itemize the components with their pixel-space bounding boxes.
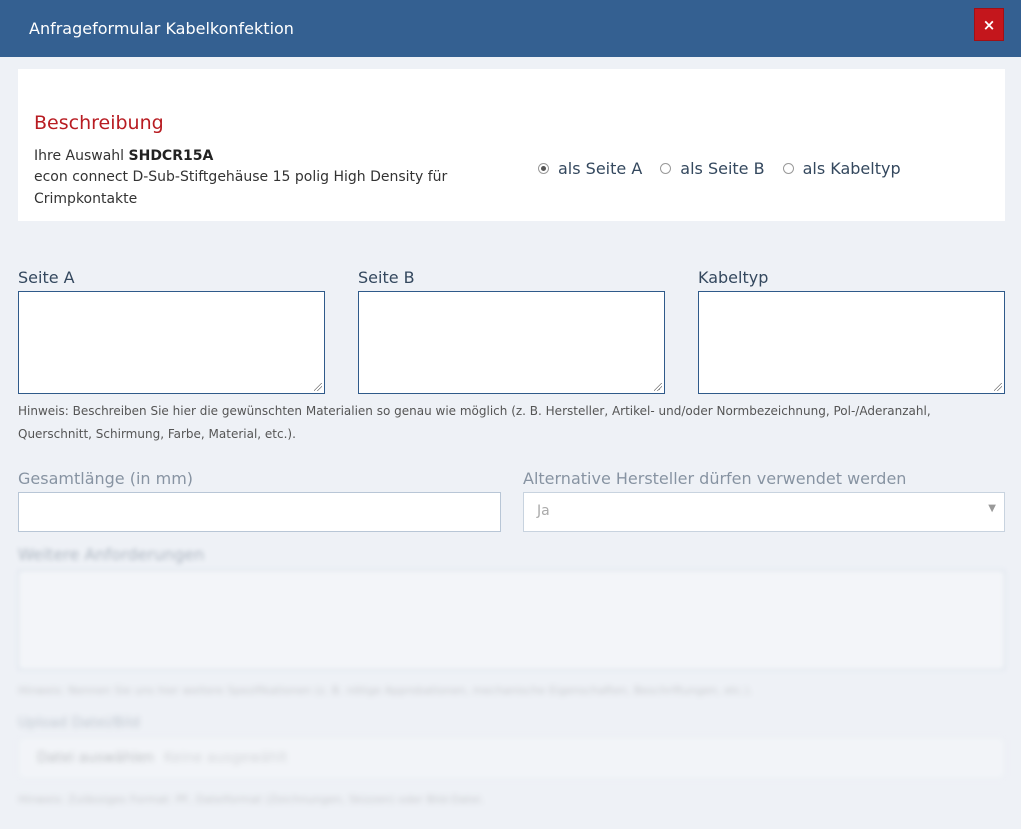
total-length-input[interactable]: [18, 492, 501, 532]
radio-side-b[interactable]: als Seite B: [660, 159, 765, 178]
selection-prefix: Ihre Auswahl: [34, 148, 125, 164]
side-a-textarea[interactable]: [18, 291, 325, 394]
alt-manufacturer-select[interactable]: Ja ▼: [523, 492, 1005, 532]
radio-label: als Kabeltyp: [802, 159, 901, 178]
side-b-label: Seite B: [358, 268, 415, 287]
upload-label: Upload Datei/Bild: [18, 715, 140, 731]
usage-radio-group: als Seite A als Seite B als Kabeltyp: [538, 159, 919, 178]
side-a-label: Seite A: [18, 268, 75, 287]
side-b-textarea[interactable]: [358, 291, 665, 394]
close-button[interactable]: ×: [974, 8, 1004, 41]
chevron-down-icon: ▼: [988, 503, 996, 514]
close-icon: ×: [982, 15, 996, 34]
resize-handle-icon[interactable]: [314, 383, 322, 391]
description-panel: Beschreibung Ihre Auswahl SHDCR15A econ …: [18, 69, 1005, 221]
upload-hint: Hinweis: Zulässiges Format: PF, Dateifor…: [18, 793, 485, 806]
alt-manufacturer-label: Alternative Hersteller dürfen verwendet …: [523, 469, 907, 488]
radio-label: als Seite A: [558, 159, 643, 178]
radio-unchecked-icon[interactable]: [660, 163, 672, 174]
materials-hint: Hinweis: Beschreiben Sie hier die gewüns…: [18, 404, 931, 441]
selection-code: SHDCR15A: [128, 148, 214, 164]
cable-type-textarea[interactable]: [698, 291, 1005, 394]
dialog-title: Anfrageformular Kabelkonfektion: [29, 19, 294, 38]
alt-manufacturer-value: Ja: [537, 503, 550, 519]
cable-type-label: Kabeltyp: [698, 268, 769, 287]
upload-button[interactable]: Datei auswählen: [37, 750, 154, 766]
total-length-label: Gesamtlänge (in mm): [18, 469, 194, 488]
resize-handle-icon[interactable]: [994, 383, 1002, 391]
radio-side-a[interactable]: als Seite A: [538, 159, 642, 178]
selection-line: Ihre Auswahl SHDCR15A: [34, 146, 213, 166]
radio-unchecked-icon[interactable]: [782, 163, 794, 174]
radio-checked-icon[interactable]: [538, 163, 549, 174]
dialog-titlebar: Anfrageformular Kabelkonfektion ×: [0, 0, 1021, 57]
radio-cable-type[interactable]: als Kabeltyp: [782, 159, 901, 178]
radio-label: als Seite B: [680, 159, 765, 178]
more-requirements-textarea[interactable]: [18, 570, 1005, 670]
upload-status: Keine ausgewählt: [164, 750, 288, 766]
more-requirements-hint: Hinweis: Nennen Sie uns hier weitere Spe…: [18, 684, 753, 697]
description-heading: Beschreibung: [34, 112, 164, 134]
product-description: econ connect D-Sub-Stiftgehäuse 15 polig…: [34, 169, 448, 207]
more-requirements-label: Weitere Anforderungen: [18, 545, 205, 564]
resize-handle-icon[interactable]: [654, 383, 662, 391]
upload-field[interactable]: Datei auswählen Keine ausgewählt: [18, 737, 1005, 779]
